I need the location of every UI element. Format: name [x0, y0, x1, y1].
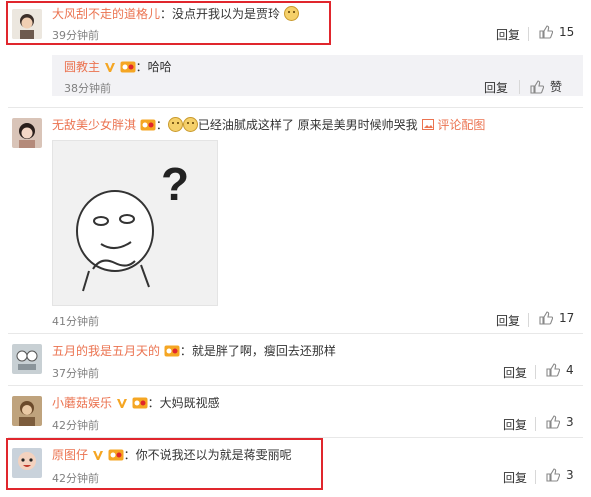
comment-text: ：就是胖了啊，瘦回去还那样 [179, 344, 336, 358]
level-badge-icon [132, 397, 148, 413]
picture-icon [421, 119, 434, 130]
comment-text: ：哈哈 [135, 60, 172, 74]
level-badge-icon [140, 119, 156, 135]
level-badge-icon [120, 61, 136, 77]
like-label: 赞 [550, 80, 563, 94]
avatar[interactable] [12, 118, 42, 148]
reply-button[interactable]: 回复 [503, 469, 527, 486]
comment-text: ：大妈既视感 [147, 396, 220, 410]
comment-username[interactable]: 圆教主 [64, 60, 100, 74]
like-button[interactable]: 3 [546, 468, 574, 482]
comment-image[interactable]: ? [52, 140, 218, 306]
comment-time: 38分钟前 [64, 82, 111, 95]
comment-username[interactable]: 无敌美少女胖淇 [52, 118, 136, 132]
like-button[interactable]: 4 [546, 363, 574, 377]
comment-username[interactable]: 小蘑菇娱乐 [52, 396, 112, 410]
question-mark: ? [161, 158, 190, 210]
highlight-box [6, 1, 331, 45]
like-count: 4 [566, 363, 574, 377]
divider [8, 333, 583, 334]
level-badge-icon [164, 345, 180, 361]
divider [535, 417, 536, 431]
comment-time: 42分钟前 [52, 419, 99, 432]
verified-icon [104, 61, 116, 77]
like-button[interactable]: 15 [539, 25, 574, 39]
avatar[interactable] [12, 396, 42, 426]
reply-button[interactable]: 回复 [496, 26, 520, 43]
thumbs-up-icon [546, 415, 560, 429]
reply-button[interactable]: 回复 [496, 312, 520, 329]
reply-block: 圆教主 ：哈哈 38分钟前 回复 赞 [52, 55, 583, 96]
divider [528, 313, 529, 327]
avatar[interactable] [12, 344, 42, 374]
reply-button[interactable]: 回复 [503, 364, 527, 381]
reply-button[interactable]: 回复 [503, 416, 527, 433]
divider [519, 80, 520, 94]
like-count: 17 [559, 311, 575, 325]
thumbs-up-icon [539, 311, 553, 325]
divider [528, 27, 529, 41]
comment-picture-link[interactable]: 评论配图 [421, 118, 486, 132]
thumbs-up-icon [546, 468, 560, 482]
verified-icon [116, 397, 128, 413]
like-count: 15 [559, 25, 575, 39]
comment-username[interactable]: 五月的我是五月天的 [52, 344, 160, 358]
divider [535, 470, 536, 484]
thumbs-up-icon [546, 363, 560, 377]
picture-link-label: 评论配图 [437, 118, 486, 132]
like-count: 3 [566, 468, 574, 482]
reply-button[interactable]: 回复 [484, 79, 508, 96]
comment-text: 已经油腻成这样了 原来是美男时候帅哭我 [197, 118, 418, 132]
emoji-icon [167, 117, 183, 132]
comment-time: 41分钟前 [52, 315, 99, 328]
divider [8, 107, 583, 108]
comment-time: 37分钟前 [52, 367, 99, 380]
divider [8, 385, 583, 386]
thumbs-up-icon [539, 25, 553, 39]
emoji-icon [182, 117, 198, 132]
like-button[interactable]: 赞 [530, 78, 562, 95]
thumbs-up-icon [530, 79, 544, 94]
like-button[interactable]: 17 [539, 311, 574, 325]
divider [535, 365, 536, 379]
like-count: 3 [566, 415, 574, 429]
like-button[interactable]: 3 [546, 415, 574, 429]
highlight-box [6, 438, 323, 490]
